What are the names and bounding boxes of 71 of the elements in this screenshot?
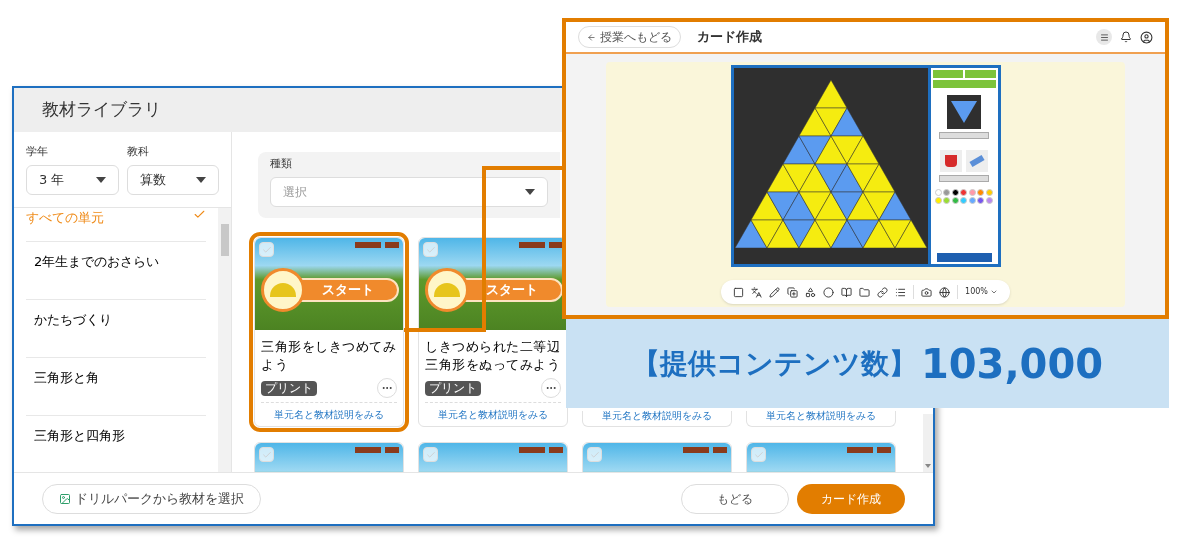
caret-icon	[196, 176, 206, 183]
sign-drawing	[519, 242, 563, 248]
book-icon[interactable]	[841, 286, 853, 298]
checkbox[interactable]	[259, 242, 274, 257]
unit-item[interactable]: かたちづくり	[26, 299, 206, 358]
filter-label: 学年	[26, 144, 49, 160]
camera-icon[interactable]	[921, 286, 933, 298]
folder-icon[interactable]	[859, 286, 871, 298]
sign-drawing	[683, 447, 727, 453]
circle-icon[interactable]	[823, 286, 835, 298]
window-title: カード作成	[697, 28, 762, 47]
button-drawing	[939, 132, 989, 139]
check-icon	[753, 449, 764, 460]
checkbox[interactable]	[587, 447, 602, 462]
card-title: 三角形をしきつめてみよう	[261, 338, 397, 374]
tag-label: プリント	[425, 380, 481, 396]
details-link[interactable]: 単元名と教材説明をみる	[274, 407, 384, 422]
sign-drawing	[847, 447, 891, 453]
submit-button-drawing	[936, 253, 992, 262]
unit-item[interactable]: 2年生までのおさらい	[26, 241, 206, 300]
checkbox[interactable]	[259, 447, 274, 462]
filter-label: 教科	[126, 144, 150, 160]
check-icon	[261, 244, 272, 255]
caret-icon	[525, 188, 535, 195]
unit-item[interactable]: 三角形と角	[26, 357, 206, 416]
dropdown[interactable]: 算数	[126, 164, 219, 195]
tag-label: プリント	[261, 380, 317, 396]
sign-drawing	[355, 242, 399, 248]
reset-button-drawing	[939, 175, 989, 182]
pencil-icon[interactable]	[769, 286, 781, 298]
check-icon	[261, 449, 272, 460]
list-icon[interactable]	[895, 286, 907, 298]
arrow-left-icon	[587, 32, 596, 42]
details-link[interactable]: 単元名と教材説明をみる	[602, 408, 712, 423]
details-link[interactable]: 単元名と教材説明をみる	[438, 407, 548, 422]
bell-icon[interactable]	[1120, 31, 1132, 43]
checkbox[interactable]	[751, 447, 766, 462]
filter-label: 種類	[270, 156, 293, 172]
card-title: しきつめられた二等辺三角形をぬってみよう	[425, 338, 561, 374]
caret-icon	[95, 176, 106, 183]
image-icon	[59, 492, 71, 505]
scrollbar[interactable]	[923, 414, 933, 472]
user-icon[interactable]	[1140, 30, 1153, 44]
square-icon[interactable]	[733, 286, 745, 298]
checkbox[interactable]	[423, 447, 438, 462]
scrollbar[interactable]	[218, 207, 231, 472]
banner-label: 【提供コンテンツ数】	[631, 345, 917, 382]
globe-icon[interactable]	[939, 286, 951, 298]
triangle-icon	[951, 101, 977, 123]
help-buttons-drawing	[932, 70, 996, 88]
shapes-icon[interactable]	[805, 286, 817, 298]
copy-icon[interactable]	[787, 286, 799, 298]
zoom-dropdown[interactable]: 100%	[965, 286, 998, 298]
dropdown[interactable]: 3 年	[26, 164, 119, 195]
scroll-down-icon[interactable]	[925, 464, 931, 468]
banner-value: 103,000	[920, 339, 1104, 389]
check-icon	[425, 449, 436, 460]
check-icon	[589, 449, 600, 460]
eraser-icon	[966, 150, 988, 172]
checkbox[interactable]	[423, 242, 438, 257]
details-link[interactable]: 単元名と教材説明をみる	[766, 408, 876, 423]
bucket-icon	[940, 150, 962, 172]
window-title: 教材ライブラリ	[42, 98, 161, 122]
sign-drawing	[519, 447, 563, 453]
check-icon	[425, 244, 436, 255]
chevron-down-icon	[989, 288, 998, 296]
sign-drawing	[355, 447, 399, 453]
translate-icon[interactable]	[751, 286, 763, 298]
link-icon[interactable]	[877, 286, 889, 298]
material-card[interactable]: スタート しきつめられた二等辺三角形をぬってみよう プリント 単元名と教材説明をみる	[418, 237, 568, 427]
menu-icon[interactable]	[1096, 29, 1112, 45]
